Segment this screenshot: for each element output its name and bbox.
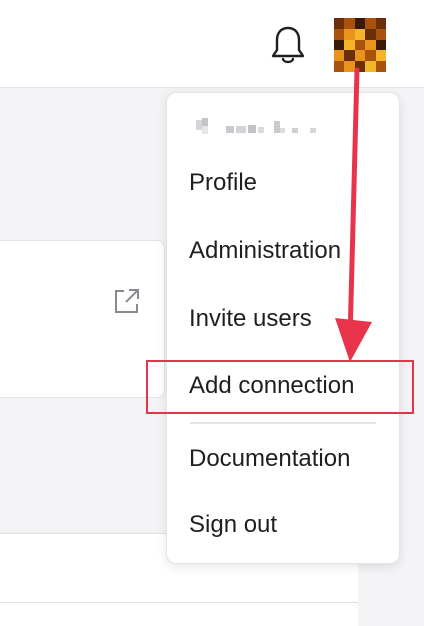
menu-item-invite-users[interactable]: Invite users bbox=[189, 304, 312, 334]
menu-item-sign-out[interactable]: Sign out bbox=[189, 510, 277, 540]
username-redacted bbox=[196, 118, 316, 134]
bell-icon[interactable] bbox=[270, 24, 306, 68]
menu-item-documentation[interactable]: Documentation bbox=[189, 444, 350, 474]
external-link-icon[interactable] bbox=[112, 286, 142, 316]
user-avatar[interactable] bbox=[334, 18, 386, 72]
top-bar bbox=[0, 0, 424, 88]
menu-item-administration[interactable]: Administration bbox=[189, 236, 341, 266]
highlight-box bbox=[146, 360, 414, 414]
menu-item-profile[interactable]: Profile bbox=[189, 168, 257, 198]
menu-divider bbox=[190, 422, 376, 424]
divider bbox=[0, 602, 358, 603]
connection-card[interactable] bbox=[0, 240, 165, 398]
